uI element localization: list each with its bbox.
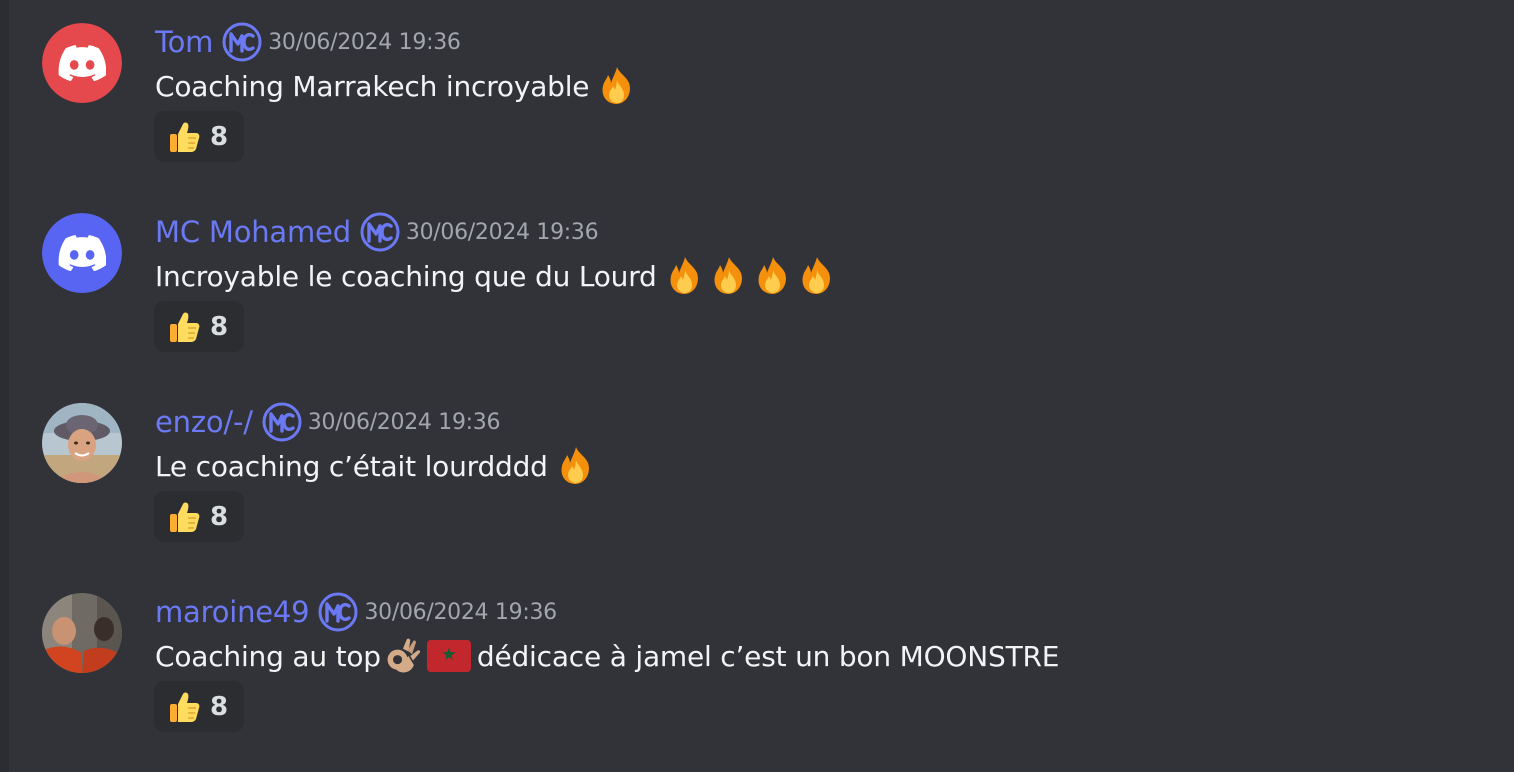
thumbs-up-icon — [166, 309, 202, 345]
reaction-count: 8 — [210, 311, 229, 342]
username[interactable]: enzo/-/ — [155, 405, 253, 439]
thumbs-up-icon — [166, 689, 202, 725]
message-item: Tom 30/06/2024 19:36 Coaching Marrakech … — [0, 0, 1514, 190]
discord-avatar-icon — [42, 213, 122, 293]
user-avatar[interactable] — [42, 23, 122, 103]
username[interactable]: Tom — [155, 25, 213, 59]
reaction-count: 8 — [210, 121, 229, 152]
message-item: maroine49 30/06/2024 19:36 Coaching au t… — [0, 570, 1514, 760]
message-header: MC Mohamed 30/06/2024 19:36 — [155, 212, 599, 252]
fire-emoji-icon — [795, 254, 839, 298]
thumbs-up-icon — [166, 499, 202, 535]
message-item: enzo/-/ 30/06/2024 19:36 Le coaching c’é… — [0, 380, 1514, 570]
fire-emoji-icon — [554, 444, 598, 488]
message-text: Le coaching c’était lourdddd — [155, 449, 548, 483]
fire-emoji-icon — [595, 64, 639, 108]
message-text-start: Coaching au top — [155, 639, 381, 673]
message-item: MC Mohamed 30/06/2024 19:36 Incroyable l… — [0, 190, 1514, 380]
morocco-flag-emoji-icon — [426, 640, 471, 672]
user-avatar[interactable] — [42, 593, 122, 673]
username[interactable]: MC Mohamed — [155, 215, 351, 249]
reaction-thumbs-up[interactable]: 8 — [154, 301, 244, 352]
message-text-end: dédicace à jamel c’est un bon MOONSTRE — [476, 639, 1060, 673]
mc-role-badge-icon[interactable] — [318, 592, 358, 632]
message-header: enzo/-/ 30/06/2024 19:36 — [155, 402, 501, 442]
reaction-count: 8 — [210, 501, 229, 532]
timestamp: 30/06/2024 19:36 — [405, 219, 599, 245]
mc-role-badge-icon[interactable] — [262, 402, 302, 442]
user-photo-avatar-icon — [42, 593, 122, 673]
message-content: Incroyable le coaching que du Lourd — [155, 254, 839, 298]
ok-hand-emoji-icon — [383, 634, 423, 678]
username[interactable]: maroine49 — [155, 595, 310, 629]
message-content: Coaching Marrakech incroyable — [155, 64, 639, 108]
reaction-count: 8 — [210, 691, 229, 722]
reaction-thumbs-up[interactable]: 8 — [154, 491, 244, 542]
mc-role-badge-icon[interactable] — [222, 22, 262, 62]
timestamp: 30/06/2024 19:36 — [364, 599, 557, 625]
message-text: Coaching Marrakech incroyable — [155, 69, 590, 103]
message-text: Incroyable le coaching que du Lourd — [155, 259, 657, 293]
discord-avatar-icon — [42, 23, 122, 103]
reaction-thumbs-up[interactable]: 8 — [154, 681, 244, 732]
user-avatar[interactable] — [42, 213, 122, 293]
message-header: Tom 30/06/2024 19:36 — [155, 22, 461, 62]
fire-emoji-icon — [751, 254, 795, 298]
message-content: Le coaching c’était lourdddd — [155, 444, 598, 488]
thumbs-up-icon — [166, 119, 202, 155]
fire-emoji-icon — [663, 254, 707, 298]
reaction-thumbs-up[interactable]: 8 — [154, 111, 244, 162]
message-content: Coaching au top dédicace à jamel c’est u… — [155, 634, 1059, 678]
message-header: maroine49 30/06/2024 19:36 — [155, 592, 557, 632]
user-photo-avatar-icon — [42, 403, 122, 483]
user-avatar[interactable] — [42, 403, 122, 483]
timestamp: 30/06/2024 19:36 — [268, 29, 461, 55]
timestamp: 30/06/2024 19:36 — [307, 409, 501, 435]
mc-role-badge-icon[interactable] — [360, 212, 400, 252]
fire-emoji-icon — [707, 254, 751, 298]
